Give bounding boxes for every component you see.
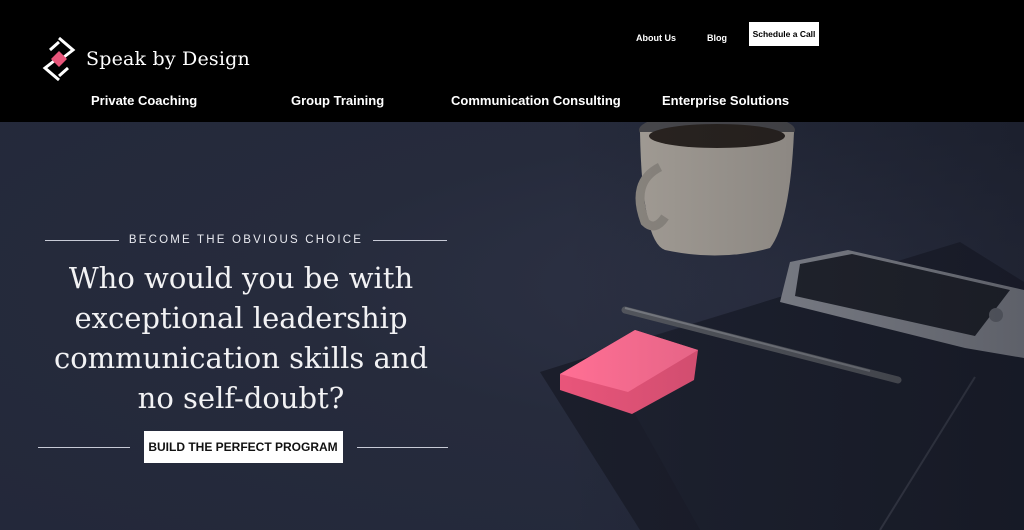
site-header: Speak by Design About Us Blog Schedule a…	[0, 0, 1024, 122]
nav-group-training[interactable]: Group Training	[291, 93, 384, 108]
speak-by-design-logo-icon	[42, 36, 76, 82]
build-program-button[interactable]: BUILD THE PERFECT PROGRAM	[143, 431, 343, 463]
logo[interactable]: Speak by Design	[40, 36, 250, 82]
hero-eyebrow: BECOME THE OBVIOUS CHOICE	[128, 234, 364, 246]
nav-enterprise-solutions[interactable]: Enterprise Solutions	[662, 93, 789, 108]
cta-row: BUILD THE PERFECT PROGRAM	[38, 431, 448, 463]
eyebrow-row: BECOME THE OBVIOUS CHOICE	[45, 230, 448, 250]
hero-section: BECOME THE OBVIOUS CHOICE Who would you …	[0, 122, 1024, 530]
nav-private-coaching[interactable]: Private Coaching	[91, 93, 197, 108]
cta-divider-right	[356, 446, 448, 448]
about-us-link[interactable]: About Us	[636, 33, 676, 43]
eyebrow-divider-right	[373, 239, 448, 241]
eyebrow-divider-left	[45, 239, 119, 241]
schedule-call-button[interactable]: Schedule a Call	[749, 22, 819, 46]
cta-divider-left	[38, 446, 130, 448]
brand-name: Speak by Design	[86, 48, 250, 70]
hero-headline: Who would you be with exceptional leader…	[53, 261, 429, 415]
blog-link[interactable]: Blog	[707, 33, 727, 43]
nav-communication-consulting[interactable]: Communication Consulting	[451, 93, 621, 108]
